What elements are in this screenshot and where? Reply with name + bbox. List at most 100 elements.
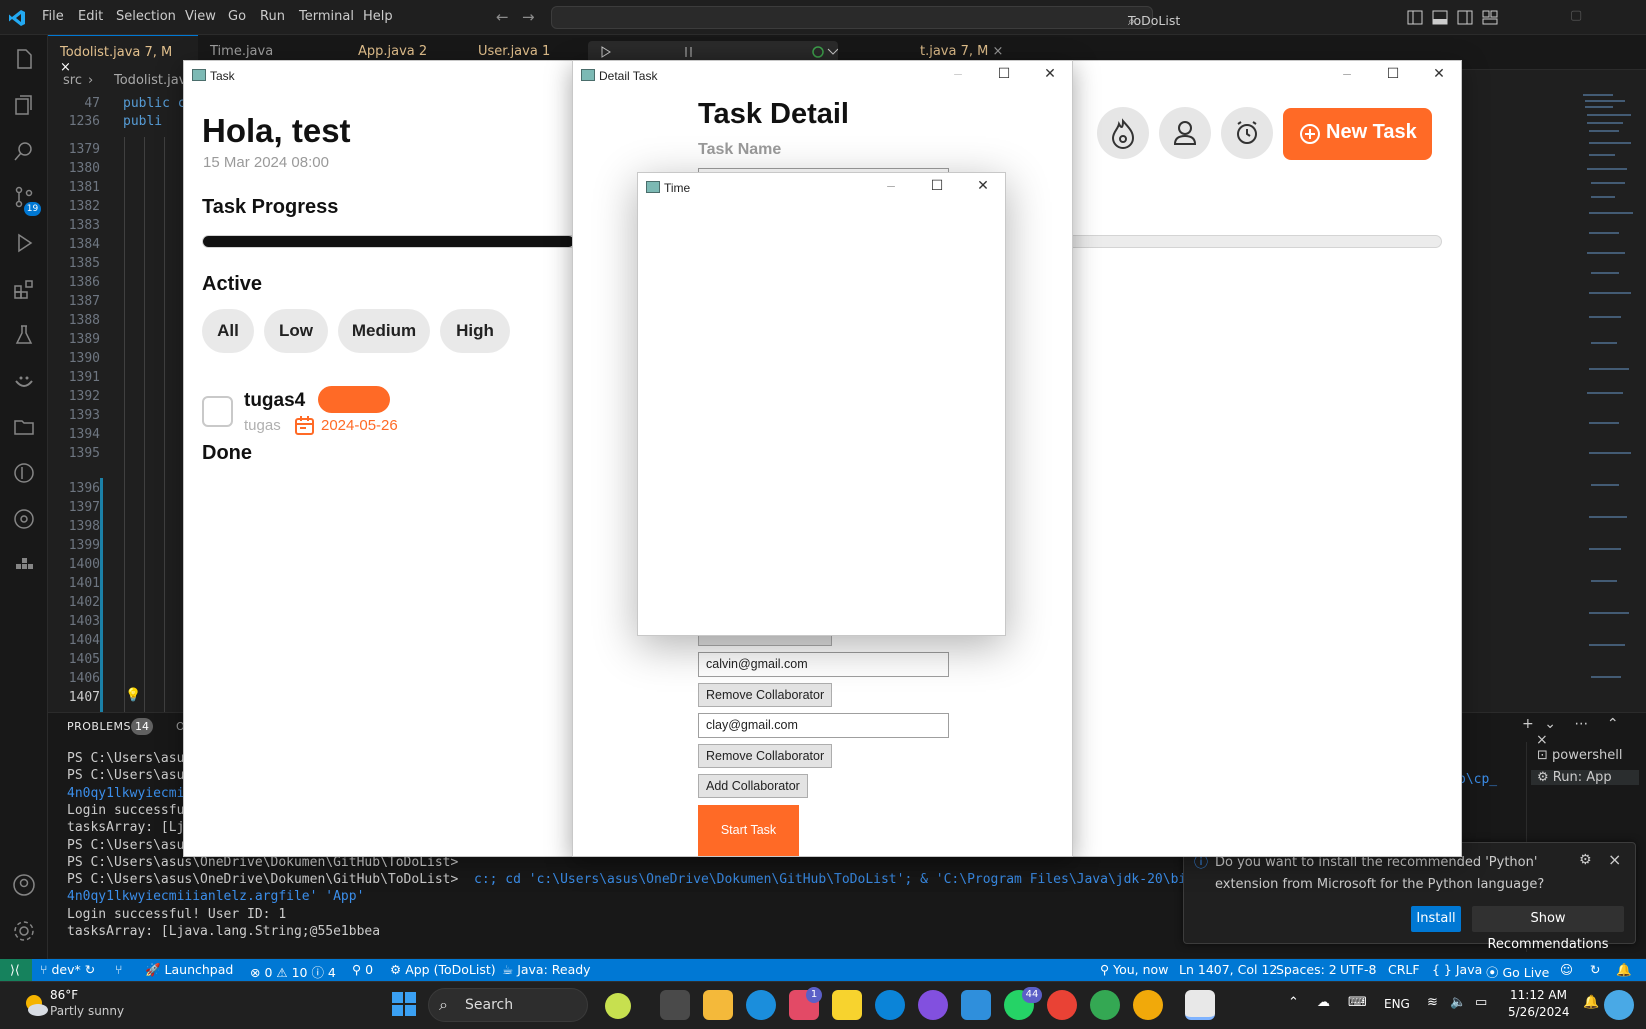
maximize-icon[interactable]: ☐ bbox=[994, 65, 1014, 85]
filter-all-button[interactable]: All bbox=[202, 309, 254, 353]
profile-button[interactable] bbox=[1159, 107, 1211, 159]
remote-indicator[interactable]: ⟩⟨ bbox=[0, 959, 32, 981]
remove-collaborator-button-2[interactable]: Remove Collaborator bbox=[698, 744, 833, 768]
app-icon[interactable] bbox=[875, 990, 905, 1020]
bell-icon[interactable]: 🔔 bbox=[1616, 962, 1632, 978]
panel-tab-problems[interactable]: PROBLEMS bbox=[67, 720, 131, 733]
language-status[interactable]: { } Java bbox=[1432, 962, 1482, 977]
tab-todolist[interactable]: Todolist.java 7, M × bbox=[48, 35, 198, 75]
vscode-taskbar-icon[interactable] bbox=[961, 990, 991, 1020]
close-icon[interactable]: ✕ bbox=[1040, 65, 1060, 85]
close-icon[interactable]: ✕ bbox=[1429, 65, 1449, 85]
task-name[interactable]: tugas4 bbox=[244, 390, 305, 412]
extensions-icon[interactable] bbox=[12, 277, 36, 301]
clock-time[interactable]: 11:12 AM bbox=[1510, 988, 1567, 1002]
command-center-search[interactable]: ⌕ ToDoList bbox=[551, 6, 1180, 29]
run-debug-icon[interactable] bbox=[12, 231, 36, 255]
gear-icon[interactable]: ⚙ bbox=[1579, 852, 1592, 868]
task-checkbox[interactable] bbox=[202, 396, 233, 427]
minimize-icon[interactable]: – bbox=[1337, 65, 1357, 85]
wifi-icon[interactable]: ≋ bbox=[1427, 995, 1438, 1010]
start-task-button[interactable]: Start Task bbox=[698, 805, 799, 856]
minimize-icon[interactable]: – bbox=[948, 65, 968, 85]
java-app-icon[interactable] bbox=[1185, 990, 1215, 1020]
encoding-status[interactable]: UTF-8 bbox=[1340, 962, 1376, 977]
gear-icon[interactable] bbox=[12, 919, 36, 943]
copilot-taskbar-icon[interactable] bbox=[1604, 990, 1634, 1020]
minimap[interactable] bbox=[1580, 92, 1640, 712]
menu-terminal[interactable]: Terminal bbox=[299, 9, 354, 24]
eol-status[interactable]: CRLF bbox=[1388, 962, 1420, 977]
sync-icon[interactable]: ↻ bbox=[1590, 962, 1600, 977]
git-graph-icon[interactable] bbox=[12, 461, 36, 485]
volume-icon[interactable]: 🔈 bbox=[1450, 995, 1466, 1010]
branch-status[interactable]: ⑂ dev* ↻ bbox=[40, 962, 95, 977]
maximize-panel-icon[interactable]: ⌃ bbox=[1607, 716, 1619, 732]
back-arrow-icon[interactable]: ← bbox=[496, 8, 509, 26]
filter-medium-button[interactable]: Medium bbox=[338, 309, 430, 353]
filter-high-button[interactable]: High bbox=[440, 309, 510, 353]
edge-icon[interactable] bbox=[746, 990, 776, 1020]
notifications-icon[interactable]: 🔔 bbox=[1583, 995, 1599, 1010]
terminal-item-powershell[interactable]: ⊡ powershell bbox=[1537, 748, 1622, 763]
problems-status[interactable]: ⊗ 0 ⚠ 10 ⓘ 4 bbox=[250, 962, 336, 981]
show-recommendations-button[interactable]: Show Recommendations bbox=[1472, 906, 1624, 952]
menu-go[interactable]: Go bbox=[228, 9, 246, 24]
account-icon[interactable] bbox=[12, 873, 36, 897]
collaborator-email-field-1[interactable]: calvin@gmail.com bbox=[698, 652, 949, 677]
restore-icon[interactable]: ▢ bbox=[1570, 8, 1582, 23]
copilot-status-icon[interactable]: ☺ bbox=[1560, 962, 1573, 977]
more-icon[interactable]: ⋯ bbox=[1574, 716, 1588, 732]
chrome-icon[interactable] bbox=[1047, 990, 1077, 1020]
filter-low-button[interactable]: Low bbox=[264, 309, 328, 353]
docker-icon[interactable] bbox=[12, 553, 36, 577]
git-graph-status[interactable]: ⑂ bbox=[115, 962, 123, 977]
java-status[interactable]: ☕ Java: Ready bbox=[502, 962, 591, 977]
folder-icon[interactable] bbox=[12, 415, 36, 439]
minimize-icon[interactable]: – bbox=[881, 177, 901, 197]
menu-edit[interactable]: Edit bbox=[78, 9, 103, 24]
taskbar-search[interactable]: ⌕ Search bbox=[428, 988, 631, 1022]
weather-sun-icon[interactable] bbox=[20, 990, 50, 1020]
battery-icon[interactable]: ▭ bbox=[1475, 995, 1487, 1010]
menu-file[interactable]: File bbox=[42, 9, 64, 24]
new-task-button[interactable]: New Task bbox=[1283, 108, 1432, 160]
go-live-status[interactable]: ⦿ Go Live bbox=[1486, 962, 1549, 981]
launchpad-status[interactable]: 🚀 Launchpad bbox=[145, 962, 233, 978]
maximize-icon[interactable]: ☐ bbox=[927, 177, 947, 197]
sticky-notes-icon[interactable] bbox=[832, 990, 862, 1020]
add-collaborator-button[interactable]: Add Collaborator bbox=[698, 774, 808, 798]
remote-explorer-icon[interactable] bbox=[12, 507, 36, 531]
copy-files-icon[interactable] bbox=[12, 93, 36, 117]
terminal-item-run-app[interactable]: ⚙ Run: App bbox=[1531, 770, 1639, 785]
menu-run[interactable]: Run bbox=[260, 9, 285, 24]
chrome-profile2-icon[interactable] bbox=[1133, 990, 1163, 1020]
file-explorer-icon[interactable] bbox=[703, 990, 733, 1020]
lightbulb-icon[interactable]: 💡 bbox=[125, 688, 141, 703]
keyboard-icon[interactable]: ⌨ bbox=[1348, 995, 1367, 1010]
windows-start-icon[interactable] bbox=[390, 990, 418, 1018]
install-button[interactable]: Install bbox=[1411, 906, 1461, 932]
language-indicator[interactable]: ENG bbox=[1384, 997, 1410, 1011]
maximize-icon[interactable]: ☐ bbox=[1383, 65, 1403, 85]
github-icon[interactable] bbox=[918, 990, 948, 1020]
close-icon[interactable]: × bbox=[1608, 850, 1621, 869]
menu-help[interactable]: Help bbox=[363, 9, 393, 24]
indentation-status[interactable]: Spaces: 2 bbox=[1276, 962, 1337, 977]
collaborator-email-field-2[interactable]: clay@gmail.com bbox=[698, 713, 949, 738]
task-view-icon[interactable] bbox=[660, 990, 690, 1020]
forward-arrow-icon[interactable]: → bbox=[522, 8, 535, 26]
run-config-status[interactable]: ⚙ App (ToDoList) bbox=[390, 962, 496, 977]
plus-icon[interactable]: + bbox=[1522, 716, 1534, 732]
search-icon[interactable] bbox=[12, 139, 36, 163]
copilot-icon[interactable] bbox=[12, 369, 36, 393]
menu-selection[interactable]: Selection bbox=[116, 9, 176, 24]
explorer-icon[interactable] bbox=[12, 47, 36, 71]
blame-status[interactable]: ⚲ You, now bbox=[1100, 962, 1168, 977]
close-icon[interactable]: ✕ bbox=[973, 177, 993, 197]
ports-status[interactable]: ⚲ 0 bbox=[352, 962, 373, 977]
menu-view[interactable]: View bbox=[185, 9, 216, 24]
testing-icon[interactable] bbox=[12, 323, 36, 347]
chrome-profile-icon[interactable] bbox=[1090, 990, 1120, 1020]
streak-button[interactable] bbox=[1097, 107, 1149, 159]
